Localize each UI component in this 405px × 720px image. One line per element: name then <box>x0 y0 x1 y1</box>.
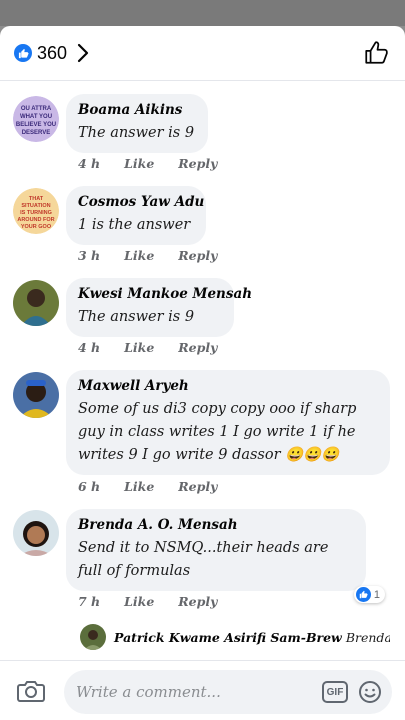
reply-link[interactable]: Reply <box>178 479 217 494</box>
comment-bubble[interactable]: Brenda A. O. Mensah Send it to NSMQ...th… <box>66 509 366 591</box>
comment-actions: 4 h Like Reply <box>78 156 241 171</box>
comment-input-box[interactable]: GIF <box>64 670 392 714</box>
comment-time[interactable]: 3 h <box>78 248 100 263</box>
comment-author[interactable]: Maxwell Aryeh <box>78 378 378 394</box>
comment-bubble[interactable]: Cosmos Yaw Adu 1 is the answer <box>66 186 206 245</box>
emoji-icon[interactable] <box>358 680 382 708</box>
like-link[interactable]: Like <box>124 248 154 263</box>
laughing-emoji-icon: 😀😀😀 <box>285 447 340 463</box>
comment-bubble[interactable]: Boama Aikins The answer is 9 <box>66 94 208 153</box>
reply-author[interactable]: Patrick Kwame Asirifi Sam-Brew <box>114 630 342 645</box>
comment-time[interactable]: 4 h <box>78 156 100 171</box>
comment-text: The answer is 9 <box>78 125 195 141</box>
like-link[interactable]: Like <box>124 479 154 494</box>
comment-bubble[interactable]: Kwesi Mankoe Mensah The answer is 9 <box>66 278 252 337</box>
background-strip <box>0 0 405 26</box>
svg-text:AROUND FOR: AROUND FOR <box>17 217 54 223</box>
reaction-count[interactable]: 1 <box>353 586 385 603</box>
svg-text:IS TURNING: IS TURNING <box>20 210 52 216</box>
reactions-header[interactable]: 360 <box>0 26 405 81</box>
comment-author[interactable]: Brenda A. O. Mensah <box>78 517 354 533</box>
comment-author[interactable]: Cosmos Yaw Adu <box>78 194 204 210</box>
svg-text:BELIEVE YOU: BELIEVE YOU <box>16 122 56 128</box>
avatar[interactable] <box>13 280 59 326</box>
svg-text:WHAT YOU: WHAT YOU <box>20 114 52 120</box>
comment-input[interactable] <box>76 670 306 714</box>
reply-link[interactable]: Reply <box>178 594 217 609</box>
comment-text: The answer is 9 <box>78 309 195 325</box>
reply-link[interactable]: Reply <box>178 156 217 171</box>
comment-actions: 7 h Like Reply <box>78 594 241 609</box>
comments-sheet: 360 OU ATTRA WHAT YOU BELIEVE YOU DESERV… <box>0 26 405 720</box>
comment-text: Some of us di3 copy copy ooo if sharp gu… <box>78 398 378 467</box>
svg-text:OU ATTRA: OU ATTRA <box>21 106 52 112</box>
comment-text: 1 is the answer <box>78 217 191 233</box>
reply-link[interactable]: Reply <box>178 340 217 355</box>
avatar[interactable] <box>13 372 59 418</box>
avatar[interactable]: OU ATTRA WHAT YOU BELIEVE YOU DESERVE <box>13 96 59 142</box>
like-badge-icon <box>355 587 371 602</box>
comment-actions: 4 h Like Reply <box>78 340 241 355</box>
comment-author[interactable]: Kwesi Mankoe Mensah <box>78 286 252 302</box>
avatar[interactable]: THAT SITUATION IS TURNING AROUND FOR YOU… <box>13 188 59 234</box>
comment-time[interactable]: 7 h <box>78 594 100 609</box>
svg-text:THAT: THAT <box>29 196 44 202</box>
like-count[interactable]: 360 <box>37 43 67 64</box>
svg-text:DESERVE: DESERVE <box>22 130 51 136</box>
like-badge-icon <box>14 44 32 62</box>
comment-time[interactable]: 6 h <box>78 479 100 494</box>
like-link[interactable]: Like <box>124 156 154 171</box>
svg-text:YOUR GOO: YOUR GOO <box>21 224 52 230</box>
comment-actions: 6 h Like Reply <box>78 479 241 494</box>
comment-actions: 3 h Like Reply <box>78 248 241 263</box>
gif-icon[interactable]: GIF <box>322 681 348 703</box>
reply-preview[interactable]: Patrick Kwame Asirifi Sam-Brew Brenda A.… <box>80 624 390 650</box>
avatar[interactable] <box>13 510 59 556</box>
comment-bubble[interactable]: Maxwell Aryeh Some of us di3 copy copy o… <box>66 370 390 475</box>
like-link[interactable]: Like <box>124 340 154 355</box>
reaction-count-value: 1 <box>373 588 380 601</box>
comment-time[interactable]: 4 h <box>78 340 100 355</box>
like-link[interactable]: Like <box>124 594 154 609</box>
comment-author[interactable]: Boama Aikins <box>78 102 196 118</box>
reply-text: Brenda A.... <box>345 629 390 645</box>
svg-text:SITUATION: SITUATION <box>21 203 50 209</box>
reply-avatar[interactable] <box>80 624 106 650</box>
comment-composer: GIF <box>0 660 405 720</box>
camera-icon[interactable] <box>17 679 45 707</box>
reply-link[interactable]: Reply <box>178 248 217 263</box>
comment-text: Send it to NSMQ...their heads are full o… <box>78 540 329 579</box>
thumbs-up-outline-icon[interactable] <box>363 40 389 70</box>
chevron-right-icon[interactable] <box>77 43 89 63</box>
